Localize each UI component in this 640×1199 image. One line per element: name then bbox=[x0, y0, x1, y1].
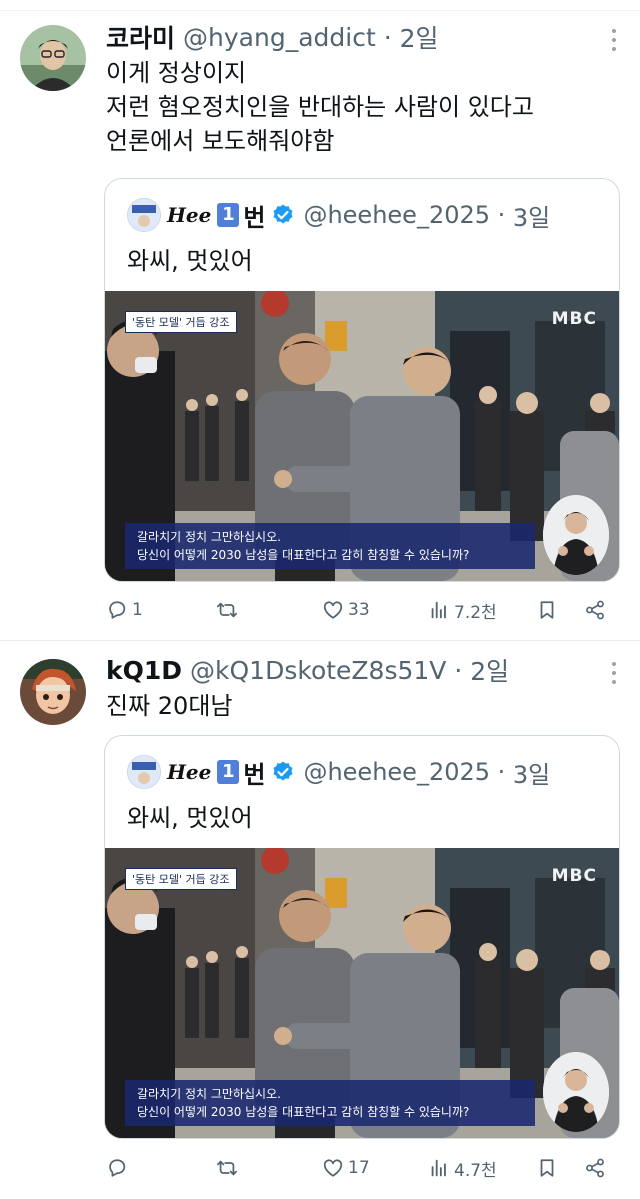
quoted-post-time[interactable]: 3일 bbox=[513, 198, 550, 233]
like-button[interactable]: 33 bbox=[322, 593, 370, 627]
caption-line: 갈라치기 정치 그만하십시오. bbox=[137, 1087, 281, 1101]
views-icon bbox=[431, 1159, 446, 1177]
caption-line: 갈라치기 정치 그만하십시오. bbox=[137, 530, 281, 544]
post-header: kQ1D @kQ1DskoteZ8s51V · 2일 bbox=[106, 653, 509, 687]
views-button[interactable]: 4.7천 bbox=[428, 1151, 497, 1185]
quoted-author-avatar[interactable] bbox=[127, 198, 161, 232]
more-vertical-icon[interactable] bbox=[610, 29, 618, 51]
share-icon bbox=[586, 600, 604, 620]
reply-icon bbox=[109, 1159, 126, 1177]
share-button[interactable] bbox=[584, 593, 610, 627]
video-thumbnail[interactable]: '동탄 모델' 거듭 강조 MBC 갈라치기 정치 그만하십시오. 당신이 어떻… bbox=[105, 291, 619, 581]
news-caption: 갈라치기 정치 그만하십시오. 당신이 어떻게 2030 남성을 대표한다고 감… bbox=[125, 523, 535, 569]
share-button[interactable] bbox=[584, 1151, 610, 1185]
reply-count: 1 bbox=[132, 600, 143, 620]
post-header: 코라미 @hyang_addict · 2일 bbox=[106, 20, 439, 54]
quoted-post-text: 와씨, 멋있어 bbox=[127, 247, 253, 275]
bookmark-icon bbox=[540, 1159, 554, 1177]
quoted-author-name-suffix: 번 bbox=[243, 760, 266, 789]
repost-icon bbox=[216, 602, 238, 618]
quoted-post[interactable]: Hee 1 번 @heehee_2025 · 3일 와씨, 멋있어 '동탄 모델… bbox=[104, 735, 620, 1139]
sign-language-interpreter bbox=[543, 1052, 609, 1132]
time-separator: · bbox=[375, 22, 400, 52]
more-vertical-icon[interactable] bbox=[610, 662, 618, 684]
like-count: 33 bbox=[348, 600, 370, 620]
views-button[interactable]: 7.2천 bbox=[428, 593, 497, 627]
share-icon bbox=[586, 1158, 604, 1178]
author-avatar[interactable] bbox=[20, 659, 86, 725]
quoted-author-logo: Hee bbox=[167, 203, 212, 227]
bookmark-button[interactable] bbox=[536, 593, 562, 627]
repost-button[interactable] bbox=[216, 1151, 242, 1185]
quoted-post-header: Hee 1 번 @heehee_2025 · 3일 bbox=[127, 197, 550, 233]
quoted-author-name-suffix: 번 bbox=[243, 203, 266, 232]
bookmark-icon bbox=[540, 601, 554, 619]
quoted-author-handle[interactable]: @heehee_2025 bbox=[303, 758, 490, 786]
quoted-post-header: Hee 1 번 @heehee_2025 · 3일 bbox=[127, 754, 550, 790]
author-avatar[interactable] bbox=[20, 25, 86, 91]
news-topic-tag: '동탄 모델' 거듭 강조 bbox=[125, 868, 237, 890]
reply-button[interactable] bbox=[106, 1151, 132, 1185]
video-thumbnail[interactable]: '동탄 모델' 거듭 강조 MBC 갈라치기 정치 그만하십시오. 당신이 어떻… bbox=[105, 848, 619, 1138]
post-text-line: 진짜 20대남 bbox=[106, 692, 233, 720]
quoted-post-time[interactable]: 3일 bbox=[513, 755, 550, 790]
view-count: 4.7천 bbox=[454, 1160, 497, 1181]
author-name[interactable]: 코라미 bbox=[106, 19, 175, 55]
quoted-post[interactable]: Hee 1 번 @heehee_2025 · 3일 와씨, 멋있어 '동탄 모델… bbox=[104, 178, 620, 582]
post-text-line: 이게 정상이지 bbox=[106, 59, 247, 87]
author-handle[interactable]: @kQ1DskoteZ8s51V bbox=[190, 656, 446, 685]
like-count: 17 bbox=[348, 1158, 370, 1178]
quoted-author-avatar[interactable] bbox=[127, 755, 161, 789]
heart-icon bbox=[323, 601, 343, 619]
post-time[interactable]: 2일 bbox=[470, 652, 509, 688]
reply-button[interactable]: 1 bbox=[106, 593, 143, 627]
verified-badge-icon bbox=[273, 204, 293, 224]
repost-icon bbox=[216, 1160, 238, 1176]
caption-line: 당신이 어떻게 2030 남성을 대표한다고 감히 참칭할 수 있습니까? bbox=[137, 1105, 470, 1119]
heart-icon bbox=[323, 1159, 343, 1177]
post-text-line: 언론에서 보도해줘야함 bbox=[106, 127, 335, 155]
news-topic-tag: '동탄 모델' 거듭 강조 bbox=[125, 311, 237, 333]
post-2[interactable]: kQ1D @kQ1DskoteZ8s51V · 2일 진짜 20대남 Hee 1… bbox=[0, 641, 640, 1199]
author-name[interactable]: kQ1D bbox=[106, 656, 182, 685]
author-handle[interactable]: @hyang_addict bbox=[183, 23, 376, 52]
action-bar: 17 4.7천 bbox=[106, 1151, 618, 1185]
quoted-author-number-badge: 1 bbox=[217, 760, 240, 784]
sign-language-interpreter bbox=[543, 495, 609, 575]
post-time[interactable]: 2일 bbox=[400, 19, 439, 55]
news-caption: 갈라치기 정치 그만하십시오. 당신이 어떻게 2030 남성을 대표한다고 감… bbox=[125, 1080, 535, 1126]
repost-button[interactable] bbox=[216, 593, 242, 627]
view-count: 7.2천 bbox=[454, 602, 497, 623]
broadcaster-logo: MBC bbox=[551, 309, 597, 329]
quoted-author-number-badge: 1 bbox=[217, 203, 240, 227]
quoted-author-handle[interactable]: @heehee_2025 bbox=[303, 201, 490, 229]
post-text: 진짜 20대남 bbox=[106, 689, 233, 723]
action-bar: 1 33 7.2천 bbox=[106, 593, 618, 627]
post-text-line: 저런 혐오정치인을 반대하는 사람이 있다고 bbox=[106, 93, 534, 121]
quoted-author-logo: Hee bbox=[167, 760, 212, 784]
broadcaster-logo: MBC bbox=[551, 866, 597, 886]
post-text: 이게 정상이지 저런 혐오정치인을 반대하는 사람이 있다고 언론에서 보도해줘… bbox=[106, 56, 534, 158]
views-icon bbox=[431, 601, 446, 619]
post-1[interactable]: 코라미 @hyang_addict · 2일 이게 정상이지 저런 혐오정치인을… bbox=[0, 0, 640, 640]
reply-icon bbox=[109, 601, 126, 619]
bookmark-button[interactable] bbox=[536, 1151, 562, 1185]
verified-badge-icon bbox=[273, 761, 293, 781]
quoted-post-text: 와씨, 멋있어 bbox=[127, 804, 253, 832]
time-separator: · bbox=[490, 201, 513, 229]
caption-line: 당신이 어떻게 2030 남성을 대표한다고 감히 참칭할 수 있습니까? bbox=[137, 548, 470, 562]
time-separator: · bbox=[490, 758, 513, 786]
time-separator: · bbox=[446, 655, 471, 685]
like-button[interactable]: 17 bbox=[322, 1151, 370, 1185]
